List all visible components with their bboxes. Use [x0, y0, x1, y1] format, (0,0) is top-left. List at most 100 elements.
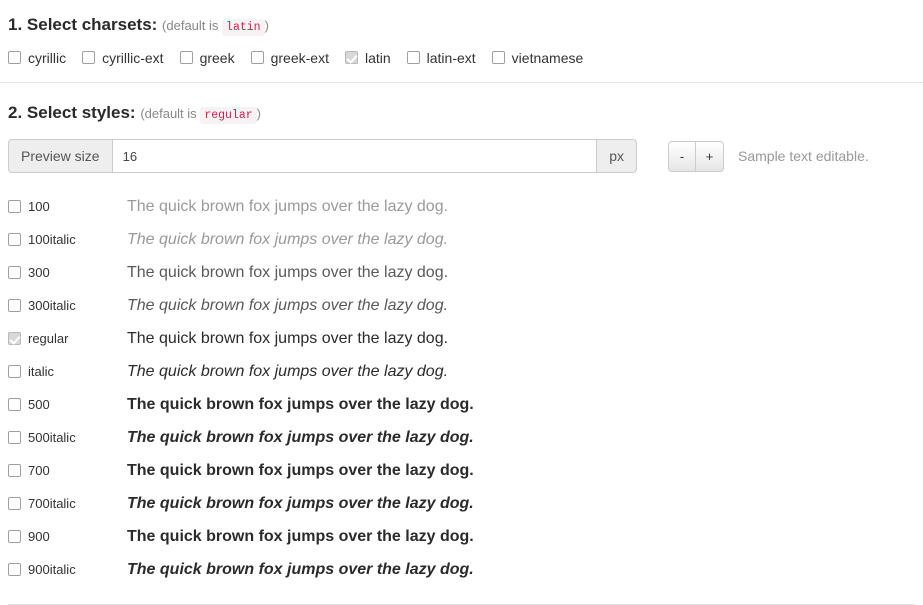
- charset-label-cyrillic-ext: cyrillic-ext: [102, 49, 164, 66]
- style-sample-900[interactable]: The quick brown fox jumps over the lazy …: [127, 528, 474, 546]
- style-row: 300 The quick brown fox jumps over the la…: [8, 256, 915, 289]
- style-sample-300[interactable]: The quick brown fox jumps over the lazy …: [127, 264, 448, 282]
- style-sample-100[interactable]: The quick brown fox jumps over the lazy …: [127, 198, 448, 216]
- style-sample-700[interactable]: The quick brown fox jumps over the lazy …: [127, 462, 474, 480]
- charset-checkbox-greek[interactable]: [179, 51, 193, 64]
- charset-label-greek-ext: greek-ext: [270, 49, 329, 66]
- charset-item-greek-ext[interactable]: greek-ext: [250, 49, 329, 66]
- style-label-900: 900: [28, 529, 50, 544]
- style-sample-500italic[interactable]: The quick brown fox jumps over the lazy …: [127, 429, 474, 447]
- style-row: 300italic The quick brown fox jumps over …: [8, 289, 915, 322]
- style-toggle-300[interactable]: 300: [8, 266, 127, 279]
- style-toggle-900[interactable]: 900: [8, 530, 127, 543]
- preview-size-input[interactable]: [111, 139, 598, 173]
- style-checkbox-500[interactable]: [8, 398, 21, 411]
- style-checkbox-700italic[interactable]: [8, 497, 21, 510]
- style-row: 900 The quick brown fox jumps over the la…: [8, 520, 915, 553]
- style-checkbox-900italic[interactable]: [8, 563, 21, 576]
- styles-default-suffix: ): [256, 105, 261, 121]
- charset-checkbox-vietnamese[interactable]: [491, 51, 505, 64]
- style-label-regular: regular: [28, 331, 69, 346]
- style-checkbox-500italic[interactable]: [8, 431, 21, 444]
- styles-default-prefix: (default is: [140, 105, 197, 121]
- style-sample-300italic[interactable]: The quick brown fox jumps over the lazy …: [127, 297, 448, 315]
- style-checkbox-100[interactable]: [8, 200, 21, 213]
- charset-label-latin: latin: [364, 49, 391, 66]
- style-label-900italic: 900italic: [28, 562, 76, 577]
- style-sample-100italic[interactable]: The quick brown fox jumps over the lazy …: [127, 231, 448, 249]
- style-sample-700italic[interactable]: The quick brown fox jumps over the lazy …: [127, 495, 474, 513]
- style-toggle-100italic[interactable]: 100italic: [8, 233, 127, 246]
- charset-item-greek[interactable]: greek: [179, 49, 235, 66]
- charset-label-greek: greek: [199, 49, 235, 66]
- style-rows-list: 100 The quick brown fox jumps over the la…: [0, 190, 923, 586]
- style-label-italic: italic: [28, 364, 55, 379]
- charsets-section: 1. Select charsets: (default is latin) c…: [0, 0, 923, 65]
- style-label-500: 500: [28, 397, 50, 412]
- charset-item-vietnamese[interactable]: vietnamese: [491, 49, 584, 66]
- charset-checkbox-latin-ext[interactable]: [406, 51, 420, 64]
- sample-text-note: Sample text editable.: [738, 148, 869, 164]
- style-label-700: 700: [28, 463, 50, 478]
- style-label-700italic: 700italic: [28, 496, 76, 511]
- style-row: 500italic The quick brown fox jumps over …: [8, 421, 915, 454]
- charsets-heading: 1. Select charsets: (default is latin): [8, 16, 915, 36]
- increase-size-button[interactable]: +: [696, 140, 724, 172]
- preview-size-stepper: - +: [668, 140, 724, 172]
- charset-label-latin-ext: latin-ext: [426, 49, 476, 66]
- charset-checkbox-cyrillic-ext[interactable]: [82, 51, 96, 64]
- charset-checkbox-cyrillic[interactable]: [8, 51, 21, 64]
- style-checkbox-italic[interactable]: [8, 365, 21, 378]
- style-toggle-300italic[interactable]: 300italic: [8, 299, 127, 312]
- charsets-default-code: latin: [222, 19, 265, 36]
- style-label-100: 100: [28, 199, 50, 214]
- charset-item-cyrillic[interactable]: cyrillic: [8, 51, 66, 65]
- charset-checkbox-greek-ext[interactable]: [250, 51, 264, 64]
- style-row: 900italic The quick brown fox jumps over …: [8, 553, 915, 586]
- styles-section: 2. Select styles: (default is regular) P…: [0, 83, 923, 173]
- preview-size-controls: Preview size px - + Sample text editable…: [8, 139, 915, 173]
- charset-label-cyrillic: cyrillic: [28, 49, 67, 66]
- styles-default-code: regular: [200, 106, 257, 124]
- style-label-300: 300: [28, 265, 50, 280]
- charset-item-latin[interactable]: latin: [344, 49, 391, 66]
- style-toggle-700[interactable]: 700: [8, 464, 127, 477]
- style-row: italic The quick brown fox jumps over the…: [8, 355, 915, 388]
- style-toggle-500[interactable]: 500: [8, 398, 127, 411]
- preview-size-label: Preview size: [8, 139, 112, 173]
- style-checkbox-700[interactable]: [8, 464, 21, 477]
- style-label-100italic: 100italic: [28, 232, 76, 247]
- style-row: 500 The quick brown fox jumps over the la…: [8, 388, 915, 421]
- style-toggle-700italic[interactable]: 700italic: [8, 497, 127, 510]
- style-toggle-900italic[interactable]: 900italic: [8, 563, 127, 576]
- charsets-default-note: (default is latin): [162, 18, 269, 36]
- charset-checkbox-row: cyrillic cyrillic-ext greek greek-ext latin l…: [8, 51, 915, 65]
- style-toggle-italic[interactable]: italic: [8, 365, 127, 378]
- style-toggle-500italic[interactable]: 500italic: [8, 431, 127, 444]
- style-row: 700 The quick brown fox jumps over the la…: [8, 454, 915, 487]
- styles-heading-text: 2. Select styles:: [8, 102, 136, 122]
- style-checkbox-300[interactable]: [8, 266, 21, 279]
- preview-size-input-group: Preview size px: [8, 139, 637, 173]
- charset-item-latin-ext[interactable]: latin-ext: [406, 49, 476, 66]
- style-sample-regular[interactable]: The quick brown fox jumps over the lazy …: [127, 330, 448, 348]
- style-sample-500[interactable]: The quick brown fox jumps over the lazy …: [127, 396, 474, 414]
- style-toggle-100[interactable]: 100: [8, 200, 127, 213]
- style-row: regular The quick brown fox jumps over th…: [8, 322, 915, 355]
- styles-default-note: (default is regular): [140, 105, 261, 124]
- style-label-300italic: 300italic: [28, 298, 76, 313]
- styles-heading: 2. Select styles: (default is regular): [8, 102, 915, 124]
- charset-item-cyrillic-ext[interactable]: cyrillic-ext: [82, 49, 164, 66]
- style-sample-900italic[interactable]: The quick brown fox jumps over the lazy …: [127, 561, 474, 579]
- style-checkbox-900[interactable]: [8, 530, 21, 543]
- style-checkbox-300italic[interactable]: [8, 299, 21, 312]
- style-sample-italic[interactable]: The quick brown fox jumps over the lazy …: [127, 363, 448, 381]
- preview-size-unit: px: [597, 139, 637, 173]
- charsets-default-suffix: ): [264, 18, 269, 33]
- style-label-500italic: 500italic: [28, 430, 76, 445]
- decrease-size-button[interactable]: -: [668, 140, 696, 172]
- charsets-default-prefix: (default is: [162, 18, 219, 33]
- charset-label-vietnamese: vietnamese: [511, 49, 584, 66]
- style-checkbox-100italic[interactable]: [8, 233, 21, 246]
- style-toggle-regular[interactable]: regular: [8, 332, 127, 345]
